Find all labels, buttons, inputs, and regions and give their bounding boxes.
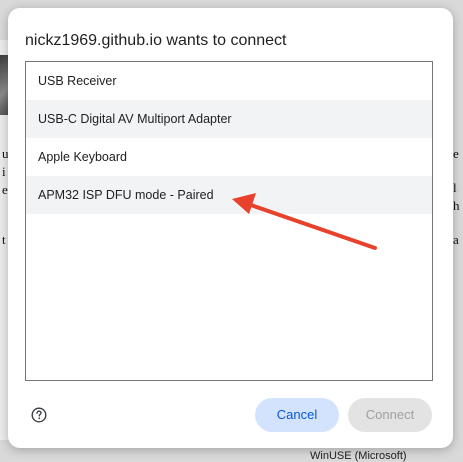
background-driver-text: WinUSE (Microsoft)	[310, 450, 407, 462]
connect-dialog: nickz1969.github.io wants to connect USB…	[8, 8, 453, 448]
device-item-apple-keyboard[interactable]: Apple Keyboard	[26, 138, 432, 176]
connect-button[interactable]: Connect	[348, 398, 432, 432]
help-circle-icon[interactable]	[31, 407, 47, 423]
device-list[interactable]: USB Receiver USB-C Digital AV Multiport …	[25, 61, 433, 381]
cancel-button[interactable]: Cancel	[255, 398, 339, 432]
device-item-usb-receiver[interactable]: USB Receiver	[26, 62, 432, 100]
device-item-apm32-dfu[interactable]: APM32 ISP DFU mode - Paired	[26, 176, 432, 214]
dialog-title: nickz1969.github.io wants to connect	[25, 32, 287, 49]
device-item-usb-c-adapter[interactable]: USB-C Digital AV Multiport Adapter	[26, 100, 432, 138]
